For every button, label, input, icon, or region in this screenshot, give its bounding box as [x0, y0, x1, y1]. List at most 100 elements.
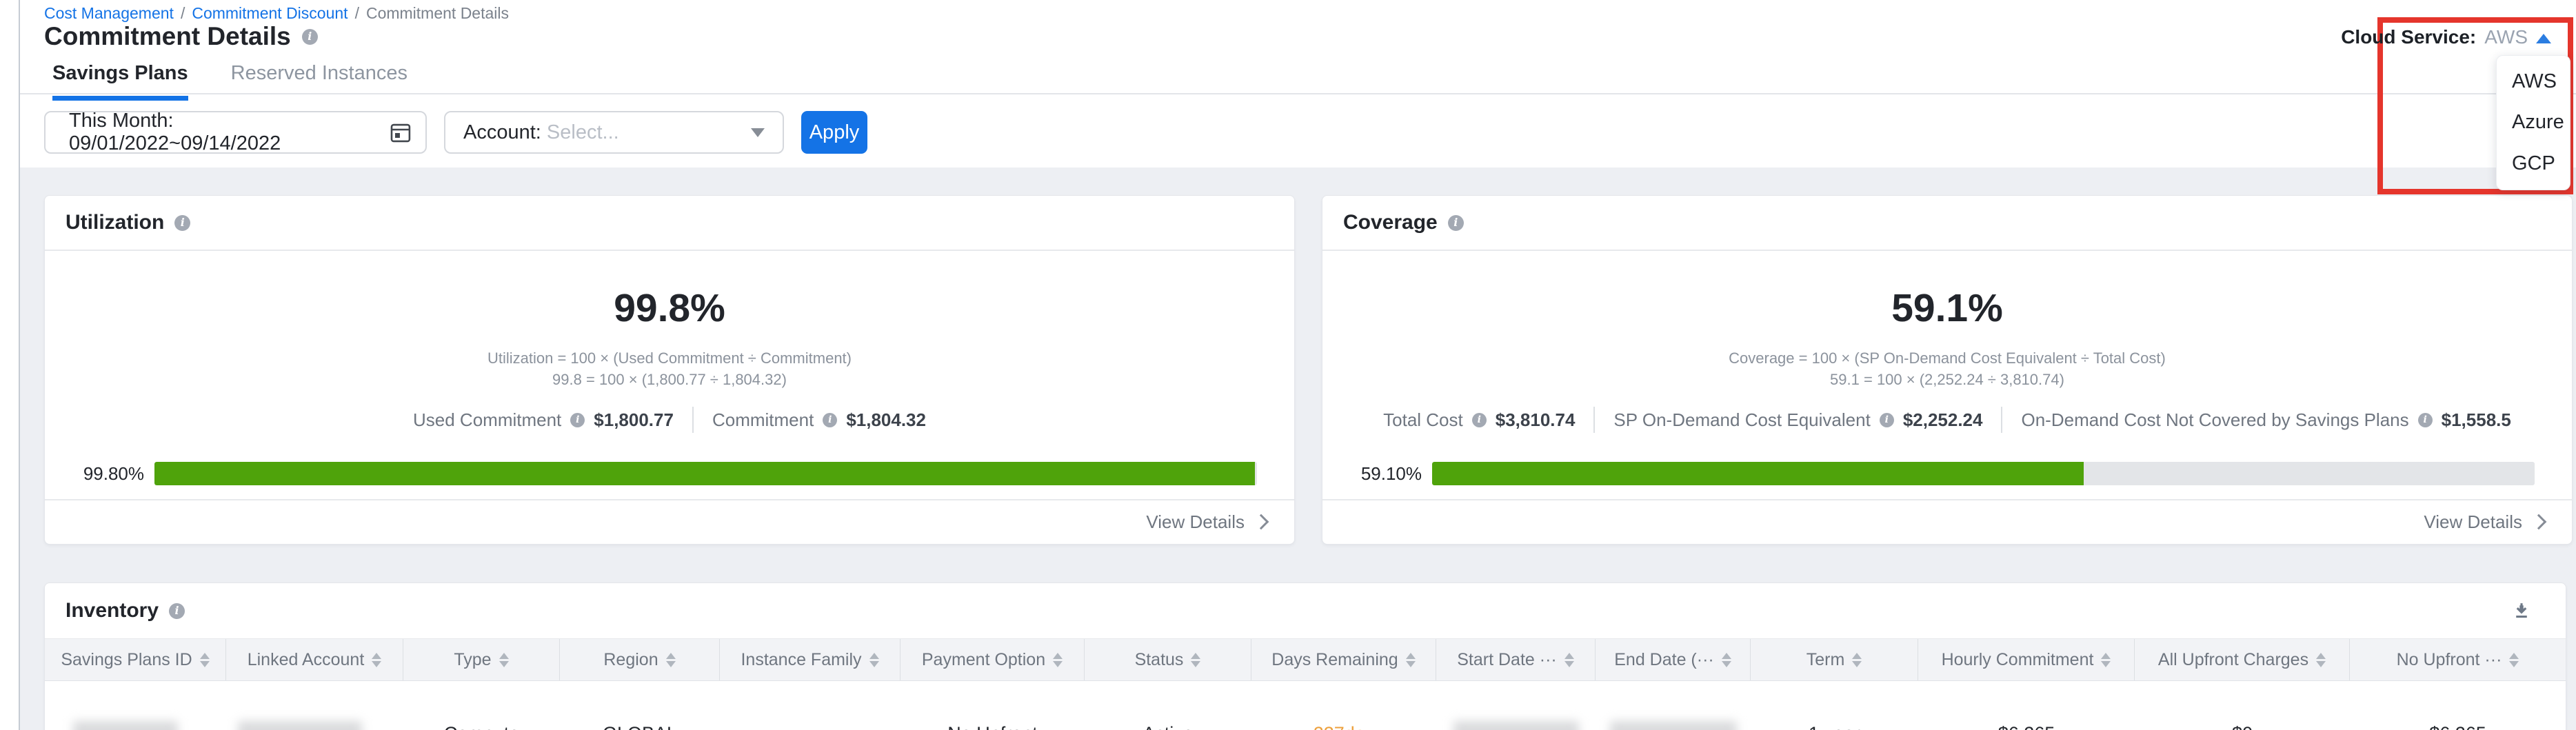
info-icon[interactable]: i: [174, 215, 190, 231]
table-cell: [1436, 681, 1596, 730]
column-header-label: Hourly Commitment: [1942, 650, 2094, 670]
sort-down-arrow: [372, 661, 381, 667]
dropdown-option-azure[interactable]: Azure: [2497, 111, 2570, 134]
column-header-hourly-commitment[interactable]: Hourly Commitment: [1918, 639, 2135, 680]
sort-down-arrow: [200, 661, 210, 667]
info-icon[interactable]: i: [823, 413, 837, 427]
info-icon[interactable]: i: [1472, 413, 1487, 427]
sort-up-arrow: [666, 653, 676, 659]
tab-savings-plans[interactable]: Savings Plans: [52, 62, 188, 101]
column-header-label: Region: [603, 650, 658, 670]
column-header-label: All Upfront Charges: [2158, 650, 2308, 670]
column-header-instance-family[interactable]: Instance Family: [720, 639, 900, 680]
sort-icon: [499, 653, 509, 667]
column-header-status[interactable]: Status: [1085, 639, 1251, 680]
stat-value: $1,804.32: [846, 409, 926, 431]
info-icon[interactable]: i: [1880, 413, 1894, 427]
chevron-up-icon: [2536, 34, 2551, 43]
info-icon[interactable]: i: [570, 413, 585, 427]
info-icon[interactable]: i: [1448, 215, 1464, 231]
breadcrumb-item-commitment-discount[interactable]: Commitment Discount: [192, 4, 348, 23]
tab-bar: Savings Plans Reserved Instances: [52, 62, 407, 101]
table-cell: $6.265: [1918, 681, 2135, 730]
view-details-label: View Details: [2424, 511, 2522, 533]
column-header-region[interactable]: Region: [560, 639, 720, 680]
column-header-start-date[interactable]: Start Date ···: [1436, 639, 1596, 680]
sort-icon: [666, 653, 676, 667]
column-header-all-upfront-charges[interactable]: All Upfront Charges: [2135, 639, 2350, 680]
utilization-card: Utilization i 99.8% Utilization = 100 × …: [44, 195, 1295, 545]
stats-divider: [692, 407, 694, 433]
inventory-title: Inventory: [66, 599, 159, 622]
column-header-days-remaining[interactable]: Days Remaining: [1251, 639, 1436, 680]
sort-down-arrow: [2509, 661, 2519, 667]
stat-value: $1,800.77: [594, 409, 674, 431]
sort-icon: [200, 653, 210, 667]
redacted-value: [238, 721, 362, 730]
breadcrumb-separator: /: [181, 4, 185, 23]
cell-value: 1 year: [1809, 723, 1860, 730]
breadcrumb: Cost Management/Commitment Discount/Comm…: [44, 4, 509, 23]
dropdown-option-aws[interactable]: AWS: [2497, 70, 2570, 93]
stat-label: Used Commitment: [413, 409, 561, 431]
account-placeholder: Select...: [547, 121, 619, 143]
breadcrumb-item-cost-management[interactable]: Cost Management: [44, 4, 174, 23]
redacted-suffix: ..: [185, 723, 198, 730]
utilization-stats: Used Commitment i $1,800.77 Commitment i $1,8…: [45, 407, 1294, 433]
cloud-service-value: AWS: [2484, 26, 2528, 48]
cloud-service-dropdown-trigger[interactable]: Cloud Service: AWS: [2341, 26, 2551, 48]
apply-button[interactable]: Apply: [801, 111, 867, 154]
cell-value: Active: [1143, 723, 1194, 730]
sort-down-arrow: [2316, 661, 2326, 667]
date-range-picker[interactable]: This Month: 09/01/2022~09/14/2022: [44, 111, 427, 154]
chevron-right-icon: [1254, 514, 1269, 529]
coverage-stat: Total Costi$3,810.74: [1383, 409, 1575, 431]
column-header-end-date[interactable]: End Date (···: [1596, 639, 1751, 680]
progress-fill: [1432, 462, 2084, 485]
sort-up-arrow: [869, 653, 879, 659]
stat-label: On-Demand Cost Not Covered by Savings Pl…: [2021, 409, 2408, 431]
redacted-value: [1453, 721, 1579, 730]
coverage-card: Coverage i 59.1% Coverage = 100 × (SP On…: [1322, 195, 2573, 545]
column-header-label: Payment Option: [922, 650, 1045, 670]
sort-up-arrow: [1053, 653, 1063, 659]
sort-down-arrow: [1852, 661, 1862, 667]
bar-label: 99.80%: [70, 463, 144, 485]
tab-reserved-instances[interactable]: Reserved Instances: [231, 62, 407, 101]
utilization-view-details[interactable]: View Details: [45, 499, 1294, 544]
download-button[interactable]: [2508, 597, 2535, 625]
sort-up-arrow: [2316, 653, 2326, 659]
column-header-savings-plans-id[interactable]: Savings Plans ID: [45, 639, 226, 680]
sort-up-arrow: [499, 653, 509, 659]
sort-up-arrow: [1564, 653, 1574, 659]
table-cell: 1 year: [1751, 681, 1918, 730]
sort-icon: [1852, 653, 1862, 667]
dropdown-option-gcp[interactable]: GCP: [2497, 152, 2570, 175]
column-header-payment-option[interactable]: Payment Option: [900, 639, 1085, 680]
column-header-label: Days Remaining: [1271, 650, 1398, 670]
sort-icon: [1564, 653, 1574, 667]
cloud-service-label: Cloud Service:: [2341, 26, 2476, 48]
column-header-term[interactable]: Term: [1751, 639, 1918, 680]
account-select[interactable]: Account: Select...: [444, 111, 784, 154]
cell-value: -: [807, 723, 814, 730]
breadcrumb-separator: /: [355, 4, 359, 23]
info-icon[interactable]: i: [2418, 413, 2433, 427]
coverage-stat: On-Demand Cost Not Covered by Savings Pl…: [2021, 409, 2510, 431]
cell-value: $6.265: [1998, 723, 2055, 730]
sort-down-arrow: [1722, 661, 1731, 667]
column-header-type[interactable]: Type: [403, 639, 560, 680]
info-icon[interactable]: i: [169, 603, 185, 619]
formula-line: 59.1 = 100 × (2,252.24 ÷ 3,810.74): [1322, 369, 2572, 390]
sort-up-arrow: [2509, 653, 2519, 659]
cell-value: 237day: [1314, 723, 1375, 730]
column-header-linked-account[interactable]: Linked Account: [226, 639, 403, 680]
info-icon[interactable]: i: [302, 29, 318, 45]
coverage-view-details[interactable]: View Details: [1322, 499, 2572, 544]
sort-down-arrow: [1053, 661, 1063, 667]
sort-down-arrow: [2101, 661, 2111, 667]
utilization-percent: 99.8%: [45, 285, 1294, 331]
column-header-no-upfront[interactable]: No Upfront ···: [2350, 639, 2566, 680]
utilization-stat: Used Commitment i $1,800.77: [413, 409, 674, 431]
stat-label: Commitment: [712, 409, 814, 431]
